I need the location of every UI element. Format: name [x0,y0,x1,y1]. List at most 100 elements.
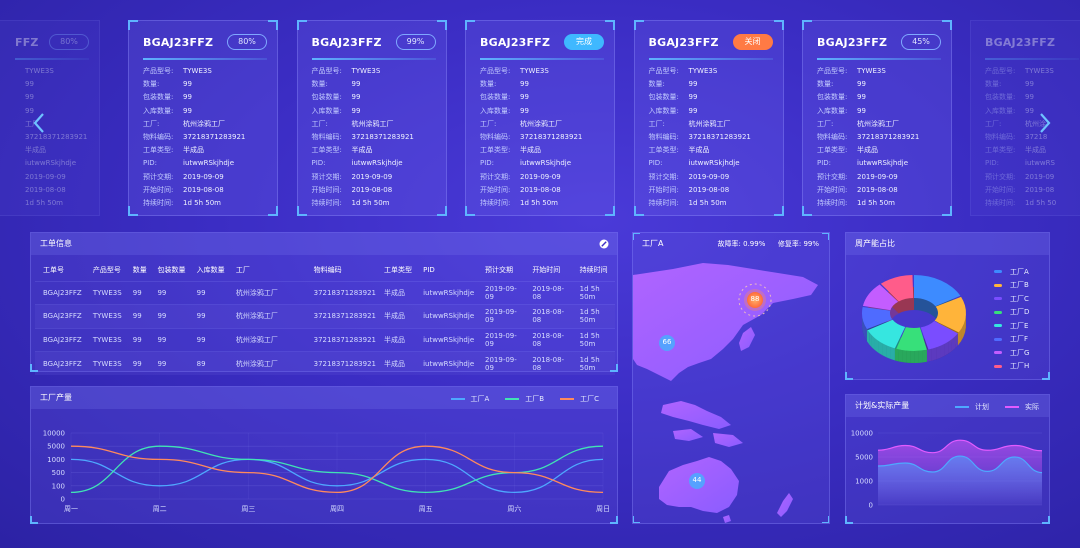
card-field: 数量: 99 [312,78,436,91]
table-row[interactable]: BGAJ23FFZ TYWE3S 99 99 89 杭州涂鸦工厂 3721837128392… [35,351,615,375]
column-header: 数量 [132,265,147,274]
card-field: 持续时间: 1d 5h 50m [143,197,267,210]
table-cell: iutwwRSkjhdje [415,280,477,305]
x-tick-label: 周一 [64,505,78,513]
chevron-right-icon[interactable] [1038,112,1052,134]
order-card[interactable]: BGAJ23FFZ 完成 产品型号: TYWE3S 数量: 99 包装数量: 9… [465,20,615,216]
legend-item[interactable]: 实际 [1005,402,1039,412]
donut-wall [898,349,903,363]
failure-rate-label: 故障率: [717,240,741,248]
table-cell: 37218371283921 [305,304,376,328]
column-header: 工厂 [235,265,250,274]
card-field-label: 物料编码: [985,133,1016,142]
card-field-label: 工厂: [817,119,834,128]
card-field-label: 持续时间: [143,199,174,208]
donut-wall [906,350,911,363]
legend-item[interactable]: 工厂B [505,394,544,404]
legend-item[interactable]: 工厂F [994,333,1029,347]
card-field-value: 1d 5h 50m [688,199,727,208]
column-header: 预计交期 [485,265,513,274]
card-field-label: 数量: [985,80,1002,89]
legend-swatch [1005,406,1019,408]
card-field: 物料编码: 37218371283921 [649,131,773,144]
table-row[interactable]: BGAJ23FFZ TYWE3S 99 99 99 杭州涂鸦工厂 3721837128392… [35,280,615,305]
card-field: 物料编码: 37218371283921 [817,131,941,144]
column-header: 物料编码 [313,265,342,274]
card-field: 预计交期: 2019-09-09 [312,171,436,184]
order-card[interactable]: BGAJ23FFZ 45% 产品型号: TYWE3S 数量: 99 包装数量: … [802,20,952,216]
legend-item[interactable]: 工厂E [994,319,1029,333]
table-cell: iutwwRSkjhdje [415,327,477,352]
card-field-value: 1d 5h 50 [1025,199,1057,208]
settings-icon[interactable] [599,239,609,249]
table-cell: iutwwRSkjhdje [415,304,477,328]
y-tick-label: 10000 [43,430,65,438]
card-field-value: iutwwRS [1025,159,1055,168]
order-card[interactable]: BGAJ23FFZ 99% 产品型号: TYWE3S 数量: 99 包装数量: … [296,20,447,216]
column-header: 产品型号 [92,265,121,274]
legend-item[interactable]: 工厂A [994,265,1029,279]
card-field: 工单类型: 半成品 [143,144,267,157]
order-card[interactable]: BGAJ23FFZ 80% 产品型号: TYWE3S 数量: 99 包装数量: … [128,20,278,216]
card-field: 产品型号: TYWE3S [312,65,436,78]
legend-swatch [994,337,1002,341]
donut-wall [948,339,952,354]
donut-wall [944,341,949,356]
card-field-value: 2019-09 [1025,172,1055,181]
card-field: PID: iutwwRSkjhdje [312,157,436,170]
card-field-value: 2019-08-08 [25,185,66,194]
table-row[interactable]: BGAJ23FFZ TYWE3S 99 99 99 杭州涂鸦工厂 3721837128392… [35,304,615,328]
factory-name: 工厂A [642,239,664,248]
card-field-value: 99 [183,80,192,89]
legend-item[interactable]: 工厂H [994,360,1029,374]
card-field-label: 入库数量: [480,106,511,115]
table-cell: 杭州涂鸦工厂 [227,327,306,352]
table-cell: 1d 5h 50m [571,304,615,328]
table-row[interactable]: BGAJ23FFZ TYWE3S 99 99 99 杭州涂鸦工厂 3721837128392… [35,327,615,352]
donut-wall [922,349,927,363]
card-field: 工厂: 杭州涂鸦工厂 [312,118,436,131]
order-card[interactable]: BGAJ23FFZ 关闭 产品型号: TYWE3S 数量: 99 包装数量: 9… [633,20,784,216]
map-marker-88[interactable]: 88 [747,295,763,303]
card-field: PID: iutwwRSkjhdje [817,157,941,170]
card-field: 产品型号: TYWE3S [649,65,773,78]
card-field-value: 37218371283921 [351,133,414,142]
card-field-label: 预计交期: [648,172,679,181]
card-field: 数量: 99 [649,78,773,91]
partial-card-right: BGAJ23FFZ 产品型号: TYWE3S 数量: 99 包装数量: 99 入库数量… [970,20,1080,216]
table-cell: 99 [124,351,150,375]
card-field-value: iutwwRSkjhdje [25,159,77,168]
card-field-label: 持续时间: [648,199,679,208]
card-field: 数量: 99 [817,78,941,91]
map-marker-44[interactable]: 44 [689,476,705,484]
map-marker-66[interactable]: 66 [659,338,675,346]
card-field-label: 持续时间: [311,199,342,208]
card-field-label: 工单类型: [648,146,679,155]
card-field: 包装数量: 99 [649,91,773,104]
card-field-value: 2019-09-09 [183,172,224,181]
card-field: 预计交期: 2019-09-09 [143,171,267,184]
weekly-share-donut [862,275,966,363]
card-field-label: 包装数量: [480,93,511,102]
legend-item[interactable]: 工厂D [994,306,1029,320]
table-cell: BGAJ23FFZ [35,280,85,305]
legend-swatch [994,310,1002,314]
legend-item[interactable]: 工厂B [994,279,1029,293]
card-field-label: 工厂: [143,119,160,128]
card-field-value: 2019-08 [1025,185,1055,194]
weekly-share-title: 周产能占比 [846,233,1049,255]
card-field-label: 入库数量: [648,106,679,115]
legend-item[interactable]: 计划 [955,402,989,412]
legend-item[interactable]: 工厂A [450,394,489,404]
legend-item[interactable]: 工厂C [994,292,1029,306]
card-field: PID: iutwwRSkjhdje [143,157,267,170]
legend-item[interactable]: 工厂C [560,394,599,404]
orders-table: 工单号 产品型号 数量 包装数量 入库数量 工厂 物料编码 工单类型 PID 预计交期 开始时间 持续… [35,259,615,375]
card-field-value: 99 [688,80,698,89]
card-field: 预计交期: 2019-09-09 [817,171,941,184]
chevron-left-icon[interactable] [32,112,46,134]
card-field-value: iutwwRSkjhdje [857,159,909,168]
legend-item[interactable]: 工厂G [994,346,1029,360]
table-cell: 2019-09-09 [477,327,525,352]
card-field-label: 数量: [648,80,665,89]
